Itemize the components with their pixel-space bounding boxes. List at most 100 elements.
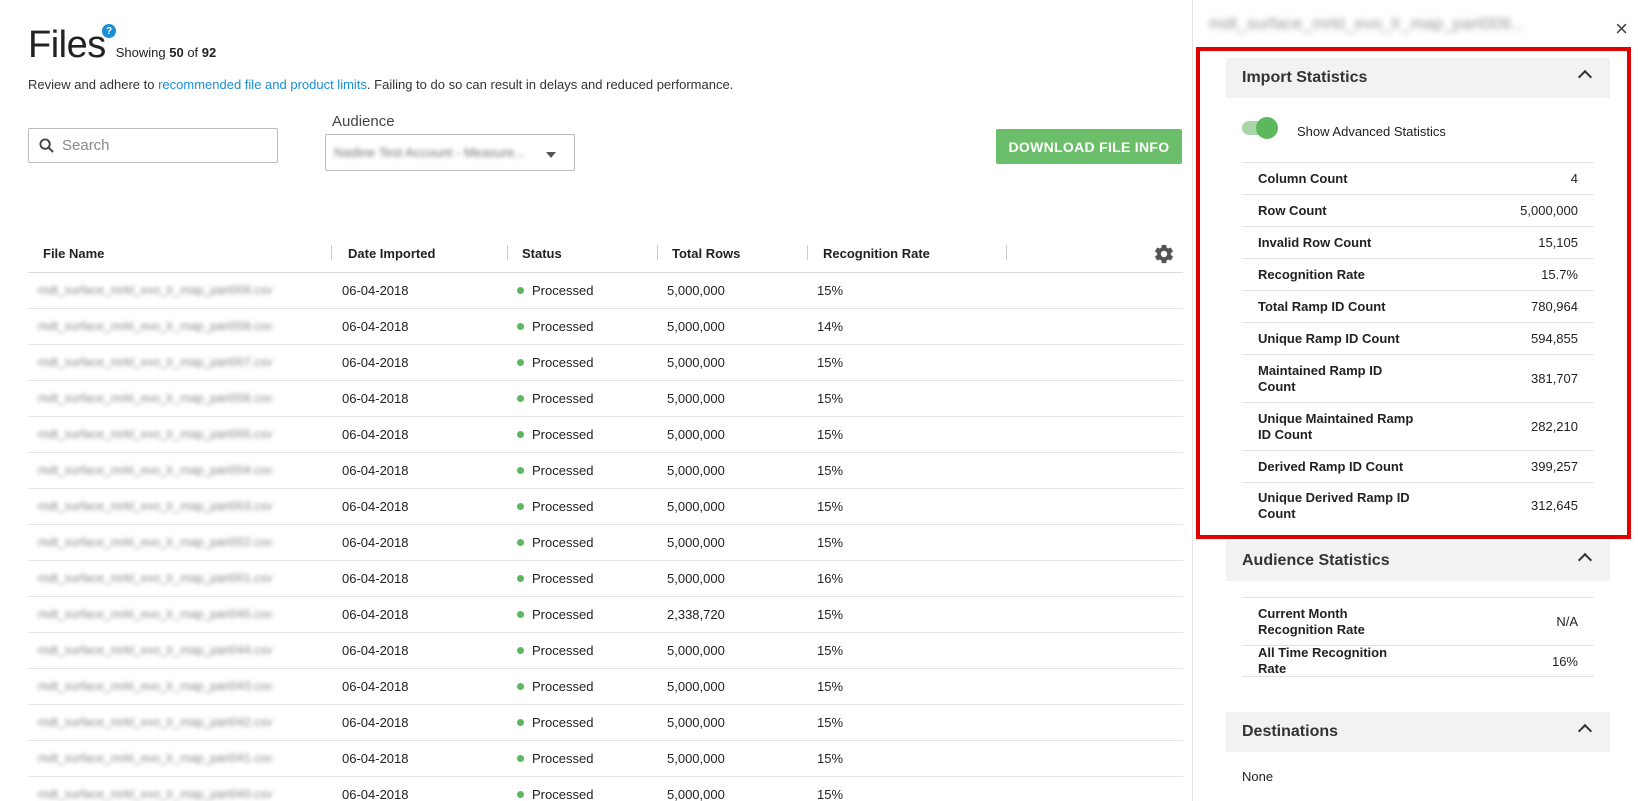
total-rows-cell: 5,000,000 [667,463,725,478]
search-input[interactable] [62,137,262,154]
status-dot [517,791,524,798]
stat-value: 399,257 [1531,459,1578,474]
file-name-cell[interactable]: mdt_surface_mrkt_evo_lr_map_part042.csv [38,715,288,729]
table-row[interactable]: mdt_surface_mrkt_evo_lr_map_part007.csv 0… [28,345,1183,381]
destinations-value: None [1242,769,1274,784]
chevron-up-icon[interactable] [1577,552,1593,568]
status-dot [517,467,524,474]
recognition-rate-cell: 16% [817,571,844,586]
file-name-cell[interactable]: mdt_surface_mrkt_evo_lr_map_part040.csv [38,787,288,801]
status-dot [517,683,524,690]
table-row[interactable]: mdt_surface_mrkt_evo_lr_map_part001.csv 0… [28,561,1183,597]
chevron-up-icon[interactable] [1577,69,1593,85]
column-divider[interactable] [331,245,332,260]
status-cell: Processed [517,571,593,586]
status-cell: Processed [517,535,593,550]
audience-statistics-header[interactable]: Audience Statistics [1226,541,1610,581]
close-icon[interactable]: × [1615,16,1628,42]
table-row[interactable]: mdt_surface_mrkt_evo_lr_map_part003.csv 0… [28,489,1183,525]
table-row[interactable]: mdt_surface_mrkt_evo_lr_map_part040.csv 0… [28,777,1183,801]
file-name-cell[interactable]: mdt_surface_mrkt_evo_lr_map_part044.csv [38,643,288,657]
file-name-cell[interactable]: mdt_surface_mrkt_evo_lr_map_part004.csv [38,463,288,477]
column-header-status[interactable]: Status [522,246,562,261]
audience-statistics-list: Current Month Recognition Rate N/A All Tim… [1242,597,1594,677]
recommended-limits-link[interactable]: recommended file and product limits [158,77,367,92]
help-icon[interactable]: ? [102,24,116,38]
total-rows-cell: 5,000,000 [667,679,725,694]
status-dot [517,575,524,582]
total-rows-cell: 5,000,000 [667,535,725,550]
destinations-header[interactable]: Destinations [1226,712,1610,752]
file-name-cell[interactable]: mdt_surface_mrkt_evo_lr_map_part001.csv [38,571,288,585]
stat-label: Invalid Row Count [1258,234,1372,250]
date-imported-cell: 06-04-2018 [342,427,409,442]
stat-row: Recognition Rate 15.7% [1242,258,1594,290]
chevron-up-icon[interactable] [1577,723,1593,739]
table-row[interactable]: mdt_surface_mrkt_evo_lr_map_part041.csv 0… [28,741,1183,777]
column-divider[interactable] [657,245,658,260]
stat-value: 4 [1570,171,1578,186]
stat-row: Unique Derived Ramp ID Count 312,645 [1242,482,1594,528]
date-imported-cell: 06-04-2018 [342,607,409,622]
file-name-cell[interactable]: mdt_surface_mrkt_evo_lr_map_part009.csv [38,283,288,297]
status-dot [517,647,524,654]
file-name-cell[interactable]: mdt_surface_mrkt_evo_lr_map_part006.csv [38,391,288,405]
total-rows-cell: 5,000,000 [667,643,725,658]
file-name-cell[interactable]: mdt_surface_mrkt_evo_lr_map_part005.csv [38,427,288,441]
file-name-cell[interactable]: mdt_surface_mrkt_evo_lr_map_part002.csv [38,535,288,549]
status-dot [517,755,524,762]
table-row[interactable]: mdt_surface_mrkt_evo_lr_map_part008.csv 0… [28,309,1183,345]
stat-label: Current Month Recognition Rate [1258,605,1365,637]
recognition-rate-cell: 15% [817,283,844,298]
file-name-cell[interactable]: mdt_surface_mrkt_evo_lr_map_part043.csv [38,679,288,693]
table-row[interactable]: mdt_surface_mrkt_evo_lr_map_part045.csv 0… [28,597,1183,633]
table-row[interactable]: mdt_surface_mrkt_evo_lr_map_part044.csv 0… [28,633,1183,669]
recognition-rate-cell: 15% [817,391,844,406]
file-name-cell[interactable]: mdt_surface_mrkt_evo_lr_map_part045.csv [38,607,288,621]
recognition-rate-cell: 14% [817,319,844,334]
search-box[interactable] [28,128,278,163]
limits-notice: Review and adhere to recommended file an… [28,77,734,92]
recognition-rate-cell: 15% [817,607,844,622]
date-imported-cell: 06-04-2018 [342,391,409,406]
download-file-info-button[interactable]: DOWNLOAD FILE INFO [996,129,1182,164]
date-imported-cell: 06-04-2018 [342,463,409,478]
status-cell: Processed [517,283,593,298]
stat-value: 15.7% [1541,267,1578,282]
column-divider[interactable] [1006,245,1007,260]
table-row[interactable]: mdt_surface_mrkt_evo_lr_map_part042.csv 0… [28,705,1183,741]
status-cell: Processed [517,607,593,622]
table-row[interactable]: mdt_surface_mrkt_evo_lr_map_part009.csv 0… [28,273,1183,309]
recognition-rate-cell: 15% [817,427,844,442]
status-dot [517,359,524,366]
file-name-cell[interactable]: mdt_surface_mrkt_evo_lr_map_part007.csv [38,355,288,369]
table-row[interactable]: mdt_surface_mrkt_evo_lr_map_part002.csv 0… [28,525,1183,561]
import-statistics-header[interactable]: Import Statistics [1226,58,1610,98]
table-row[interactable]: mdt_surface_mrkt_evo_lr_map_part006.csv 0… [28,381,1183,417]
stat-row: Row Count 5,000,000 [1242,194,1594,226]
table-row[interactable]: mdt_surface_mrkt_evo_lr_map_part005.csv 0… [28,417,1183,453]
status-cell: Processed [517,355,593,370]
stat-row: Maintained Ramp ID Count 381,707 [1242,354,1594,402]
column-header-recognition-rate[interactable]: Recognition Rate [823,246,930,261]
total-rows-cell: 5,000,000 [667,751,725,766]
column-divider[interactable] [807,245,808,260]
advanced-statistics-toggle[interactable] [1242,117,1278,139]
column-header-date-imported[interactable]: Date Imported [348,246,435,261]
table-row[interactable]: mdt_surface_mrkt_evo_lr_map_part004.csv 0… [28,453,1183,489]
date-imported-cell: 06-04-2018 [342,571,409,586]
stat-row: Unique Maintained Ramp ID Count 282,210 [1242,402,1594,450]
status-dot [517,719,524,726]
total-rows-cell: 5,000,000 [667,715,725,730]
audience-select[interactable]: Nadine Test Account - Measure... [325,134,575,171]
column-header-total-rows[interactable]: Total Rows [672,246,740,261]
column-header-file-name[interactable]: File Name [43,246,104,261]
file-name-cell[interactable]: mdt_surface_mrkt_evo_lr_map_part008.csv [38,319,288,333]
file-name-cell[interactable]: mdt_surface_mrkt_evo_lr_map_part003.csv [38,499,288,513]
file-name-cell[interactable]: mdt_surface_mrkt_evo_lr_map_part041.csv [38,751,288,765]
status-cell: Processed [517,679,593,694]
column-divider[interactable] [507,245,508,260]
table-row[interactable]: mdt_surface_mrkt_evo_lr_map_part043.csv 0… [28,669,1183,705]
import-statistics-list: Column Count 4 Row Count 5,000,000 Invalid R… [1242,162,1594,528]
gear-icon[interactable] [1153,243,1175,265]
